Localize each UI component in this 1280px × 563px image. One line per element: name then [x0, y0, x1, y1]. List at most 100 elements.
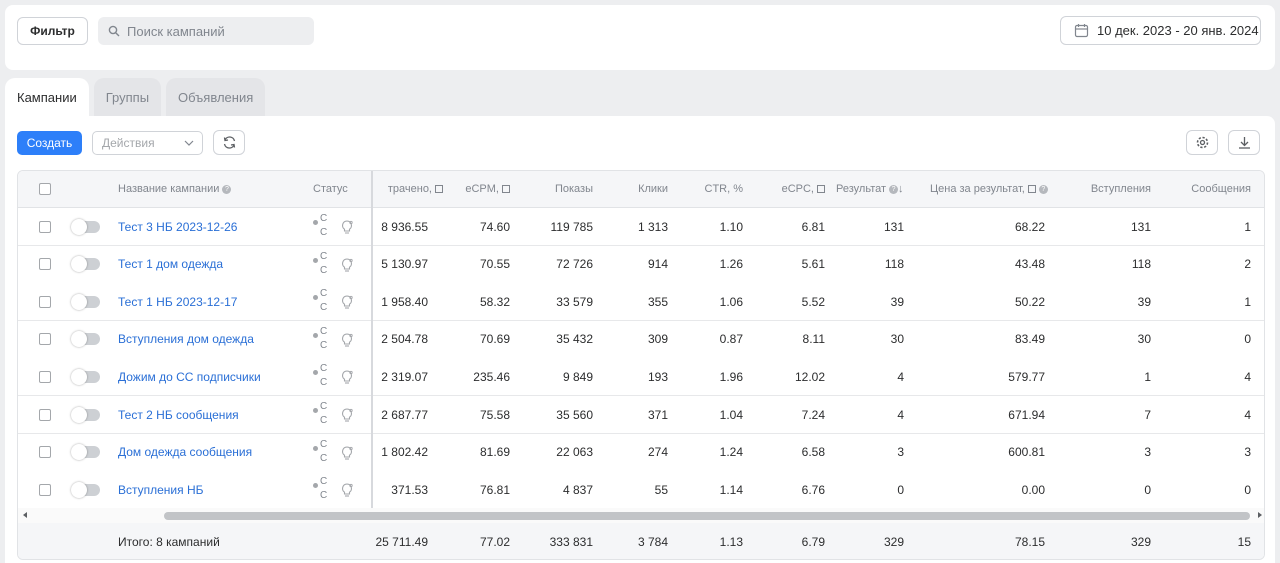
cell-cost: 68.22 [1014, 219, 1045, 234]
totals-row: Итого: 8 кампаний 25 711.49 77.02 333 83… [18, 523, 1264, 559]
campaign-toggle[interactable] [71, 396, 100, 433]
campaign-name-link[interactable]: Вступления дом одежда [118, 332, 254, 346]
campaign-toggle[interactable] [71, 471, 100, 508]
campaign-name-cell: Тест 1 НБ 2023-12-17 [118, 283, 313, 320]
filter-button[interactable]: Фильтр [17, 17, 88, 45]
header-messages[interactable]: Сообщения [1158, 171, 1251, 207]
campaign-toggle[interactable] [71, 246, 100, 283]
date-range-picker[interactable]: 10 дек. 2023 - 20 янв. 2024 [1060, 16, 1261, 45]
cell-result: 0 [897, 482, 904, 497]
cell-shows: 35 560 [556, 407, 593, 422]
lightbulb-icon[interactable] [340, 445, 354, 461]
status-dot [313, 257, 318, 263]
cell-shows: 9 849 [562, 369, 593, 384]
header-result[interactable]: Результат? ↓ [836, 171, 916, 207]
tab-ads[interactable]: Объявления [166, 78, 266, 116]
campaign-name-link[interactable]: Тест 3 НБ 2023-12-26 [118, 220, 237, 234]
header-ctr[interactable]: CTR, % [673, 171, 744, 207]
header-ecpm-label: eCPM, [465, 183, 499, 195]
total-clicks: 3 784 [637, 535, 668, 549]
row-checkbox[interactable] [39, 283, 51, 320]
status-text: С [320, 250, 328, 262]
lightbulb-icon[interactable] [340, 482, 354, 498]
row-checkbox[interactable] [39, 396, 51, 433]
download-button[interactable] [1228, 130, 1260, 155]
status-text: С [320, 490, 328, 502]
campaign-name-link[interactable]: Тест 2 НБ сообщения [118, 408, 239, 422]
scrollbar-thumb[interactable] [164, 512, 1250, 520]
header-cost-label: Цена за результат, [930, 183, 1025, 195]
table-header: Название кампании? Статус трачено, eCPM,… [18, 171, 1264, 208]
campaign-name-link[interactable]: Тест 1 НБ 2023-12-17 [118, 295, 237, 309]
row-checkbox[interactable] [39, 358, 51, 395]
cell-messages: 1 [1244, 219, 1251, 234]
chevron-down-icon [184, 140, 194, 146]
cell-clicks: 193 [647, 369, 668, 384]
row-checkbox[interactable] [39, 208, 51, 245]
header-cost-per-result[interactable]: Цена за результат,? [930, 171, 1060, 207]
header-name[interactable]: Название кампании? [118, 171, 232, 207]
cell-result: 131 [883, 219, 904, 234]
cell-cost: 600.81 [1008, 445, 1045, 460]
status-text: С [320, 213, 328, 224]
lightbulb-icon[interactable] [340, 257, 354, 273]
row-checkbox[interactable] [39, 246, 51, 283]
scroll-left-arrow[interactable] [23, 512, 27, 518]
header-spent[interactable]: трачено, [372, 171, 443, 207]
cell-shows: 119 785 [550, 219, 594, 234]
tab-campaigns[interactable]: Кампании [5, 78, 89, 116]
refresh-button[interactable] [213, 130, 245, 155]
header-shows[interactable]: Показы [513, 171, 593, 207]
campaign-name-cell: Вступления дом одежда [118, 321, 313, 358]
campaign-name-link[interactable]: Дожим до СС подписчики [118, 370, 261, 384]
header-status[interactable]: Статус [313, 171, 348, 207]
cell-result: 39 [890, 294, 904, 309]
header-joins[interactable]: Вступления [1068, 171, 1151, 207]
lightbulb-icon[interactable] [340, 332, 354, 348]
campaign-toggle[interactable] [71, 321, 100, 358]
row-checkbox[interactable] [39, 321, 51, 358]
lightbulb-icon[interactable] [340, 407, 354, 423]
select-all-checkbox[interactable] [39, 171, 51, 207]
campaign-toggle[interactable] [71, 283, 100, 320]
campaign-name-link[interactable]: Вступления НБ [118, 483, 204, 497]
status-text: С [320, 476, 328, 488]
actions-dropdown[interactable]: Действия [92, 131, 203, 155]
campaign-name-cell: Тест 3 НБ 2023-12-26 [118, 208, 313, 245]
lightbulb-icon[interactable] [340, 219, 354, 235]
total-label: Итого: 8 кампаний [118, 535, 220, 549]
cell-ecpc: 6.58 [801, 445, 825, 460]
campaign-name-cell: Вступления НБ [118, 471, 313, 508]
campaign-toggle[interactable] [71, 358, 100, 395]
cell-ctr: 0.87 [719, 332, 743, 347]
campaign-name-link[interactable]: Дом одежда сообщения [118, 445, 252, 459]
cell-messages: 0 [1244, 332, 1251, 347]
header-ecpm[interactable]: eCPM, [438, 171, 510, 207]
cell-joins: 131 [1130, 219, 1151, 234]
campaign-toggle[interactable] [71, 208, 100, 245]
search-input[interactable]: Поиск кампаний [98, 17, 314, 45]
header-clicks[interactable]: Клики [598, 171, 668, 207]
campaign-toggle[interactable] [71, 434, 100, 471]
cell-messages: 0 [1244, 482, 1251, 497]
campaign-name-cell: Дожим до СС подписчики [118, 358, 313, 395]
lightbulb-icon[interactable] [340, 369, 354, 385]
header-ecpc[interactable]: eCPC, [748, 171, 825, 207]
create-button[interactable]: Создать [17, 131, 82, 155]
lightbulb-icon[interactable] [340, 294, 354, 310]
scroll-right-arrow[interactable] [1258, 512, 1262, 518]
status-cell: СС [313, 321, 373, 358]
header-result-label: Результат [836, 183, 887, 195]
row-checkbox[interactable] [39, 471, 51, 508]
settings-button[interactable] [1186, 130, 1218, 155]
cell-clicks: 55 [654, 482, 668, 497]
status-dot [313, 370, 318, 376]
table-row: Тест 1 НБ 2023-12-17 С С 1 958.40 58.32 33 57… [18, 283, 1264, 322]
currency-icon [817, 185, 825, 193]
campaign-name-link[interactable]: Тест 1 дом одежда [118, 257, 223, 271]
row-checkbox[interactable] [39, 434, 51, 471]
tab-groups[interactable]: Группы [93, 78, 162, 116]
status-dot [313, 408, 318, 413]
cell-ecpc: 6.76 [801, 482, 825, 497]
horizontal-scrollbar[interactable] [18, 508, 1264, 523]
